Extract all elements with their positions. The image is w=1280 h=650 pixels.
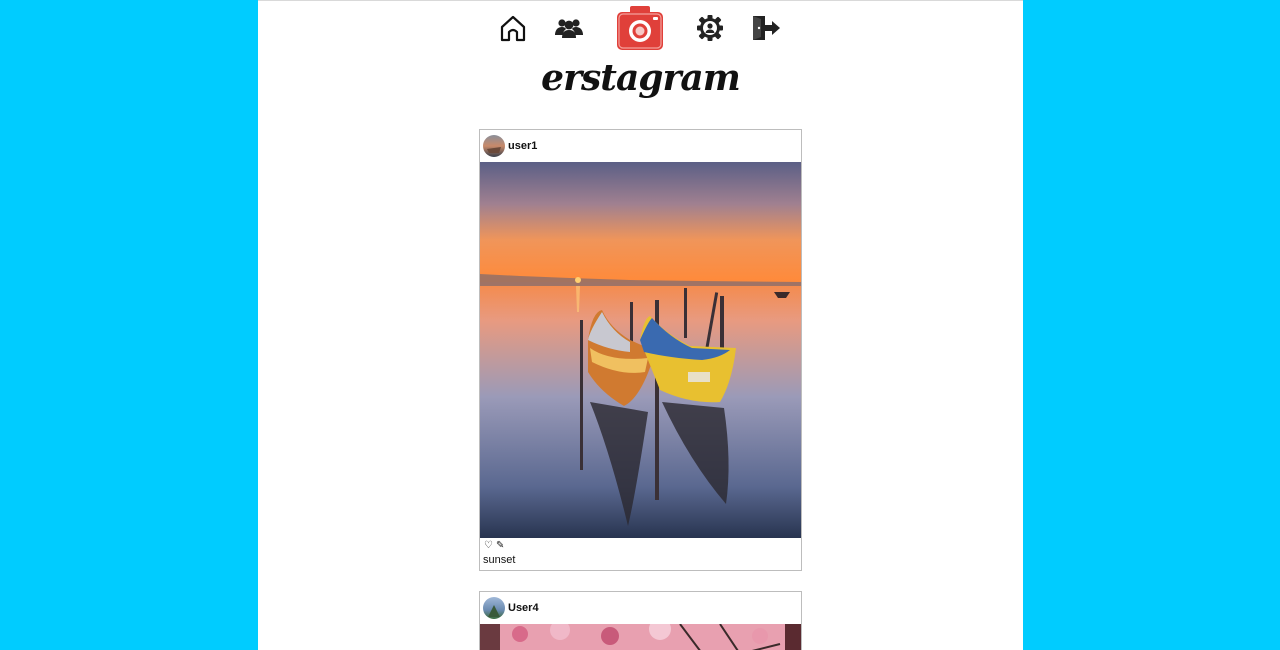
camera-button[interactable]: [614, 3, 666, 53]
edit-icon[interactable]: ✎: [496, 541, 504, 551]
logout-button[interactable]: [751, 13, 781, 43]
sunset-boats-photo: [480, 162, 801, 538]
camera-icon: [617, 6, 663, 50]
post-username[interactable]: user1: [508, 140, 537, 152]
logout-icon: [753, 16, 780, 40]
avatar[interactable]: [483, 135, 505, 157]
page-panel: erstagram user1 ♡ ✎ sunset User4: [258, 0, 1023, 650]
pink-blossom-photo: [480, 624, 801, 650]
post-card: user1 ♡ ✎ sunset: [479, 129, 802, 571]
home-button[interactable]: [498, 13, 528, 43]
gear-user-icon: [697, 15, 723, 41]
post-header: user1: [480, 130, 801, 162]
post-card: User4: [479, 591, 802, 650]
like-icon[interactable]: ♡: [484, 541, 493, 551]
brand-logo[interactable]: erstagram: [258, 57, 1023, 99]
friends-button[interactable]: [554, 14, 584, 42]
avatar[interactable]: [483, 597, 505, 619]
top-nav: [258, 1, 1023, 57]
home-icon: [500, 15, 526, 42]
post-caption: sunset: [483, 554, 516, 566]
users-icon: [555, 19, 583, 38]
settings-button[interactable]: [695, 13, 725, 43]
post-username[interactable]: User4: [508, 602, 539, 614]
post-header: User4: [480, 592, 801, 624]
post-actions: ♡ ✎: [480, 538, 801, 554]
